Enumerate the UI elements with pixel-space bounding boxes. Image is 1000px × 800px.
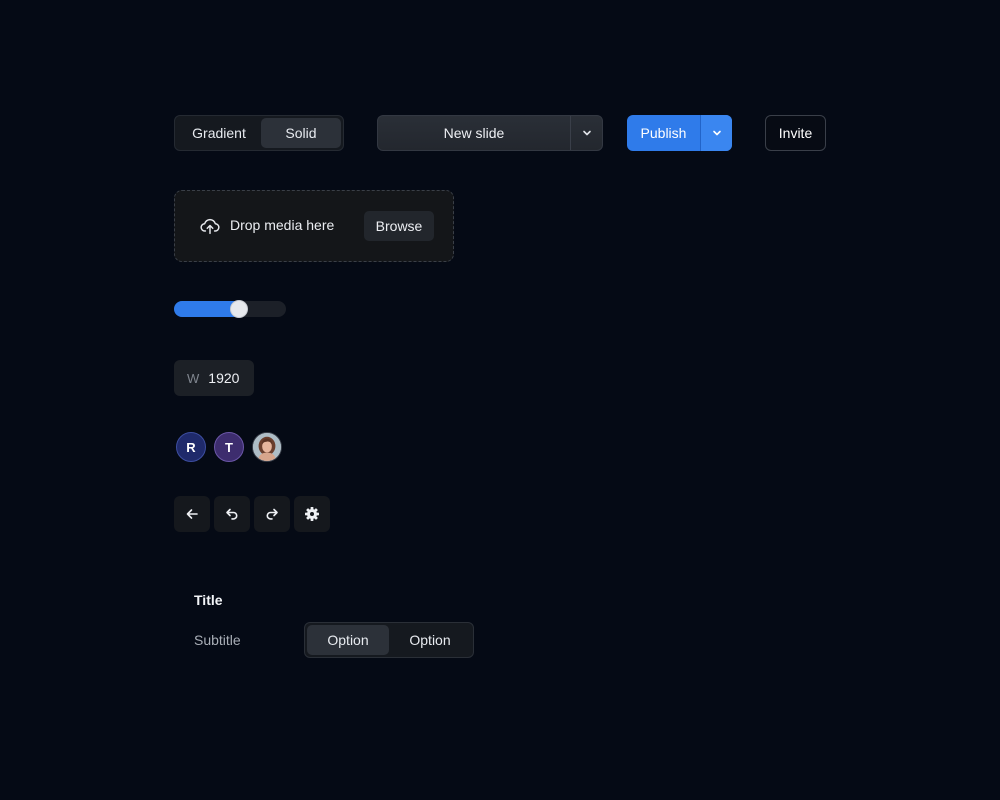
gradient-option[interactable]: Gradient <box>177 118 261 148</box>
option-1[interactable]: Option <box>307 625 389 655</box>
slider-track[interactable] <box>174 301 286 317</box>
invite-button[interactable]: Invite <box>765 115 826 151</box>
slider-fill <box>174 301 239 317</box>
chevron-down-icon <box>582 130 591 136</box>
width-prefix-label: W <box>187 370 200 386</box>
arrow-left-icon <box>186 509 198 519</box>
width-value[interactable]: 1920 <box>208 370 239 386</box>
person-photo-icon <box>253 433 281 461</box>
settings-button[interactable] <box>294 496 330 532</box>
browse-button[interactable]: Browse <box>364 211 434 241</box>
fill-type-toggle: Gradient Solid <box>174 115 344 151</box>
avatar-photo[interactable] <box>252 432 282 462</box>
new-slide-split-button: New slide <box>377 115 603 151</box>
redo-button[interactable] <box>254 496 290 532</box>
chevron-down-icon <box>712 130 721 136</box>
slider-thumb[interactable] <box>230 301 247 317</box>
solid-option[interactable]: Solid <box>261 118 341 148</box>
option-toggle: Option Option <box>304 622 474 658</box>
dropzone-text: Drop media here <box>230 217 335 233</box>
new-slide-menu-button[interactable] <box>570 116 602 150</box>
new-slide-button[interactable]: New slide <box>378 116 570 150</box>
avatar-r[interactable]: R <box>176 432 206 462</box>
media-dropzone[interactable]: Drop media here Browse <box>174 190 454 262</box>
width-input[interactable]: W 1920 <box>174 360 254 396</box>
undo-button[interactable] <box>214 496 250 532</box>
upload-cloud-icon <box>200 218 220 235</box>
undo-icon <box>226 508 238 520</box>
option-2[interactable]: Option <box>389 625 471 655</box>
avatar-t[interactable]: T <box>214 432 244 462</box>
form-title: Title <box>194 592 223 608</box>
publish-menu-button[interactable] <box>700 115 732 151</box>
publish-button[interactable]: Publish <box>627 115 700 151</box>
publish-split-button: Publish <box>627 115 732 151</box>
back-button[interactable] <box>174 496 210 532</box>
form-subtitle: Subtitle <box>194 632 241 648</box>
gear-icon <box>305 507 319 521</box>
redo-icon <box>266 508 278 520</box>
